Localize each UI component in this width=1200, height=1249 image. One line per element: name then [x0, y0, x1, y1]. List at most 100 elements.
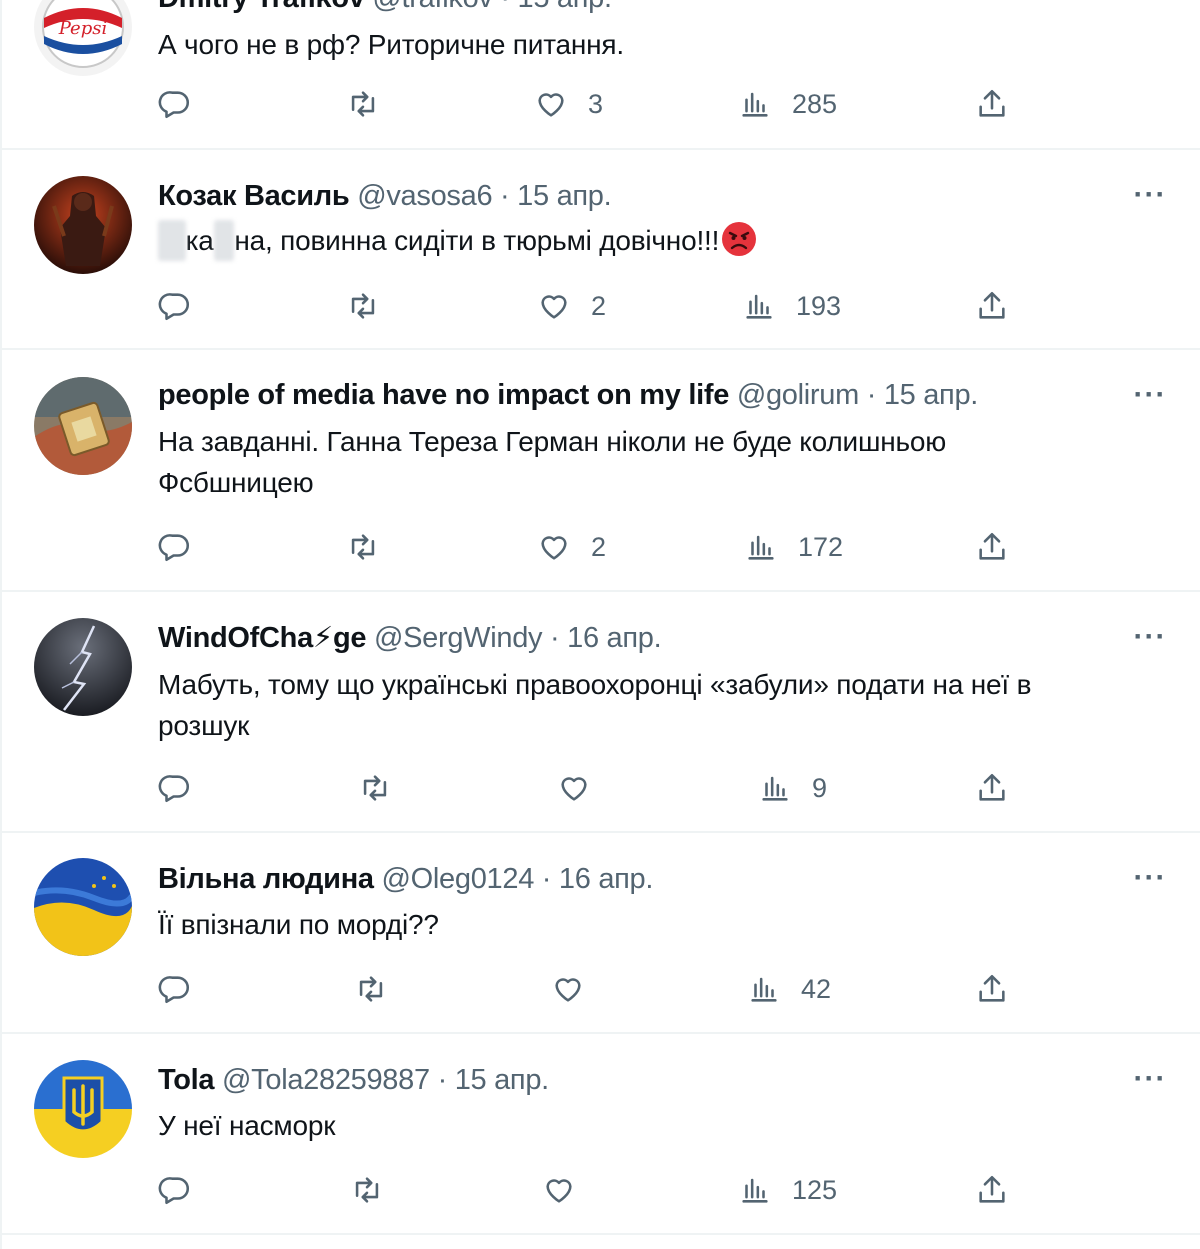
more-button[interactable]: ··· [1128, 1064, 1172, 1100]
views-button[interactable]: 9 [758, 768, 827, 808]
views-icon [742, 1178, 768, 1203]
more-button[interactable]: ··· [1128, 180, 1172, 216]
retweet-button[interactable] [354, 969, 388, 1009]
retweet-button[interactable] [346, 84, 380, 124]
share-icon [979, 1175, 1005, 1203]
views-count: 193 [796, 290, 842, 321]
reply-icon [158, 976, 190, 1004]
censored-word: ві [213, 220, 235, 261]
reply-button[interactable] [158, 768, 192, 808]
views-icon [762, 776, 788, 801]
author-handle[interactable]: @Tola28259887 [222, 1064, 430, 1096]
like-button[interactable] [542, 1170, 576, 1210]
reply-button[interactable] [158, 1170, 192, 1210]
censored-word: су [158, 220, 186, 261]
like-icon [541, 536, 567, 560]
tweet-date[interactable]: · 15 апр. [438, 1064, 550, 1096]
like-button[interactable] [557, 768, 591, 808]
avatar[interactable] [34, 858, 132, 956]
share-button[interactable] [975, 527, 1009, 567]
views-button[interactable]: 285 [738, 84, 837, 124]
share-button[interactable] [975, 286, 1009, 326]
reply-button[interactable] [158, 527, 192, 567]
views-count: 172 [798, 531, 844, 562]
tweet[interactable]: WindOfCha⚡ge @SergWindy · 16 апр. ··· Ма… [2, 592, 1200, 833]
retweet-button[interactable] [346, 527, 380, 567]
author-handle[interactable]: @Oleg0124 [382, 863, 535, 895]
tweet-header: people of media have no impact on my lif… [158, 377, 978, 413]
author-name[interactable]: Tola [158, 1064, 215, 1096]
avatar[interactable] [34, 176, 132, 274]
like-button[interactable]: 3 [534, 84, 603, 124]
like-button[interactable]: 2 [537, 527, 606, 567]
tweet[interactable]: people of media have no impact on my lif… [2, 350, 1200, 592]
avatar[interactable]: Pepsi [34, 0, 132, 76]
share-icon [979, 89, 1005, 117]
like-icon [541, 295, 567, 319]
tweet-header: Tola @Tola28259887 · 15 апр. [158, 1062, 549, 1098]
tweet-date[interactable]: · 15 апр. [500, 180, 612, 212]
views-button[interactable]: 125 [738, 1170, 837, 1210]
like-count: 3 [588, 88, 604, 119]
replies-feed: Pepsi Dmitry Trafikov @trafikov · 15 апр… [0, 0, 1200, 1249]
share-icon [979, 532, 1005, 560]
tweet[interactable]: Pepsi Dmitry Trafikov @trafikov · 15 апр… [2, 0, 1200, 150]
warrior-avatar [34, 176, 132, 274]
tweet-date[interactable]: · 16 апр. [542, 863, 654, 895]
like-icon [546, 1179, 572, 1203]
avatar[interactable] [34, 377, 132, 475]
like-button[interactable]: 2 [537, 286, 606, 326]
share-button[interactable] [975, 969, 1009, 1009]
author-handle[interactable]: @SergWindy [374, 622, 543, 654]
share-button[interactable] [975, 1170, 1009, 1210]
like-icon [538, 93, 564, 117]
retweet-icon [351, 534, 375, 560]
reply-button[interactable] [158, 84, 192, 124]
retweet-button[interactable] [350, 1170, 384, 1210]
angry-face-emoji [722, 222, 757, 256]
tweet[interactable]: Tola @Tola28259887 · 15 апр. ··· У неї н… [2, 1034, 1200, 1235]
like-button[interactable] [551, 969, 585, 1009]
tweet-date[interactable]: · 15 апр. [500, 0, 612, 14]
author-handle[interactable]: @trafikov [372, 0, 493, 14]
author-name[interactable]: Dmitry Trafikov [158, 0, 365, 14]
reply-icon [158, 1177, 190, 1205]
author-name[interactable]: people of media have no impact on my lif… [158, 379, 729, 411]
views-icon [751, 977, 777, 1002]
author-name[interactable]: Вільна людина [158, 863, 374, 895]
retweet-icon [359, 976, 383, 1002]
tweet-date[interactable]: · 16 апр. [550, 622, 662, 654]
more-button[interactable]: ··· [1128, 863, 1172, 899]
tweet[interactable]: Вільна людина @Oleg0124 · 16 апр. ··· Її… [2, 833, 1200, 1034]
retweet-button[interactable] [358, 768, 392, 808]
tweet-text: сука віна, повинна сидіти в тюрьмі довіч… [158, 220, 1158, 261]
reply-button[interactable] [158, 969, 192, 1009]
tweet-header: WindOfCha⚡ge @SergWindy · 16 апр. [158, 620, 662, 656]
author-handle[interactable]: @golirum [737, 379, 859, 411]
more-icon: ··· [1133, 1062, 1167, 1095]
author-name[interactable]: Козак Василь [158, 180, 350, 212]
share-icon [979, 291, 1005, 319]
views-count: 285 [792, 88, 838, 119]
retweet-button[interactable] [346, 286, 380, 326]
author-handle[interactable]: @vasosa6 [357, 180, 492, 212]
more-icon: ··· [1133, 378, 1167, 411]
share-icon [979, 974, 1005, 1002]
tweet-header: Козак Василь @vasosa6 · 15 апр. [158, 178, 612, 214]
avatar[interactable] [34, 1060, 132, 1158]
share-button[interactable] [975, 84, 1009, 124]
tweet-text: На завданні. Ганна Тереза Герман ніколи … [158, 426, 947, 498]
reply-button[interactable] [158, 286, 192, 326]
views-count: 9 [812, 772, 828, 803]
tweet-date[interactable]: · 15 апр. [867, 379, 979, 411]
tweet[interactable]: Козак Василь @vasosa6 · 15 апр. ··· сука… [2, 150, 1200, 350]
more-button[interactable]: ··· [1128, 380, 1172, 416]
views-button[interactable]: 42 [747, 969, 831, 1009]
tweet-header: Вільна людина @Oleg0124 · 16 апр. [158, 861, 653, 897]
avatar[interactable] [34, 618, 132, 716]
share-button[interactable] [975, 768, 1009, 808]
views-button[interactable]: 193 [742, 286, 841, 326]
more-button[interactable]: ··· [1128, 622, 1172, 658]
author-name[interactable]: WindOfCha⚡ge [158, 622, 367, 654]
views-button[interactable]: 172 [744, 527, 843, 567]
